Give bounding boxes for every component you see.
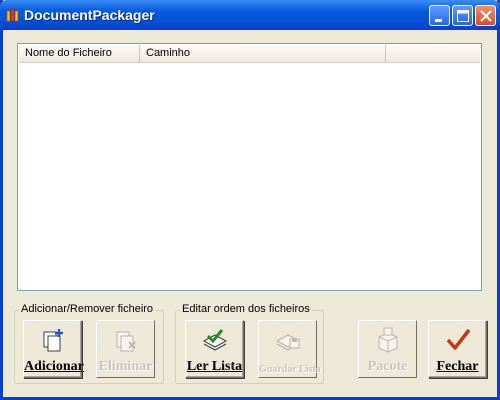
- add-remove-group-title: Adicionar/Remover ficheiro: [19, 303, 156, 315]
- close-icon: [480, 10, 492, 22]
- package-button-label: Pacote: [367, 359, 408, 374]
- column-header-path[interactable]: Caminho: [140, 45, 386, 62]
- minimize-icon: [435, 19, 442, 22]
- add-button[interactable]: Adicionar: [23, 320, 84, 378]
- window-title: DocumentPackager: [24, 7, 155, 23]
- read-list-icon: [202, 329, 228, 351]
- save-list-button[interactable]: Guardar Lista: [258, 320, 321, 378]
- close-button[interactable]: Fechar: [428, 320, 487, 378]
- app-icon: [6, 8, 19, 22]
- read-list-button-label: Ler Lista: [186, 359, 243, 374]
- save-list-icon: [275, 334, 301, 351]
- title-bar[interactable]: DocumentPackager: [0, 0, 500, 30]
- delete-button-label: Eliminar: [98, 359, 153, 374]
- check-icon: [446, 328, 471, 350]
- app-window: DocumentPackager Nome do Ficheiro Caminh…: [0, 0, 500, 400]
- save-list-button-label: Guardar Lista: [259, 364, 321, 375]
- read-list-button[interactable]: Ler Lista: [185, 320, 244, 378]
- add-button-label: Adicionar: [24, 359, 84, 374]
- close-button-label: Fechar: [436, 359, 479, 374]
- add-file-icon: [43, 329, 63, 352]
- delete-button[interactable]: Eliminar: [96, 320, 155, 378]
- file-list-header: Nome do Ficheiro Caminho: [19, 45, 480, 63]
- close-window-button[interactable]: [475, 5, 496, 26]
- maximize-icon: [457, 10, 469, 22]
- package-button[interactable]: Pacote: [358, 320, 417, 378]
- package-icon: [378, 327, 398, 353]
- column-header-empty: [386, 45, 480, 62]
- delete-file-icon: [116, 331, 136, 352]
- minimize-button[interactable]: [429, 5, 450, 26]
- file-list[interactable]: Nome do Ficheiro Caminho: [17, 43, 482, 291]
- file-order-group-title: Editar ordem dos ficheiros: [180, 303, 312, 315]
- maximize-button[interactable]: [452, 5, 473, 26]
- column-header-filename[interactable]: Nome do Ficheiro: [19, 45, 140, 62]
